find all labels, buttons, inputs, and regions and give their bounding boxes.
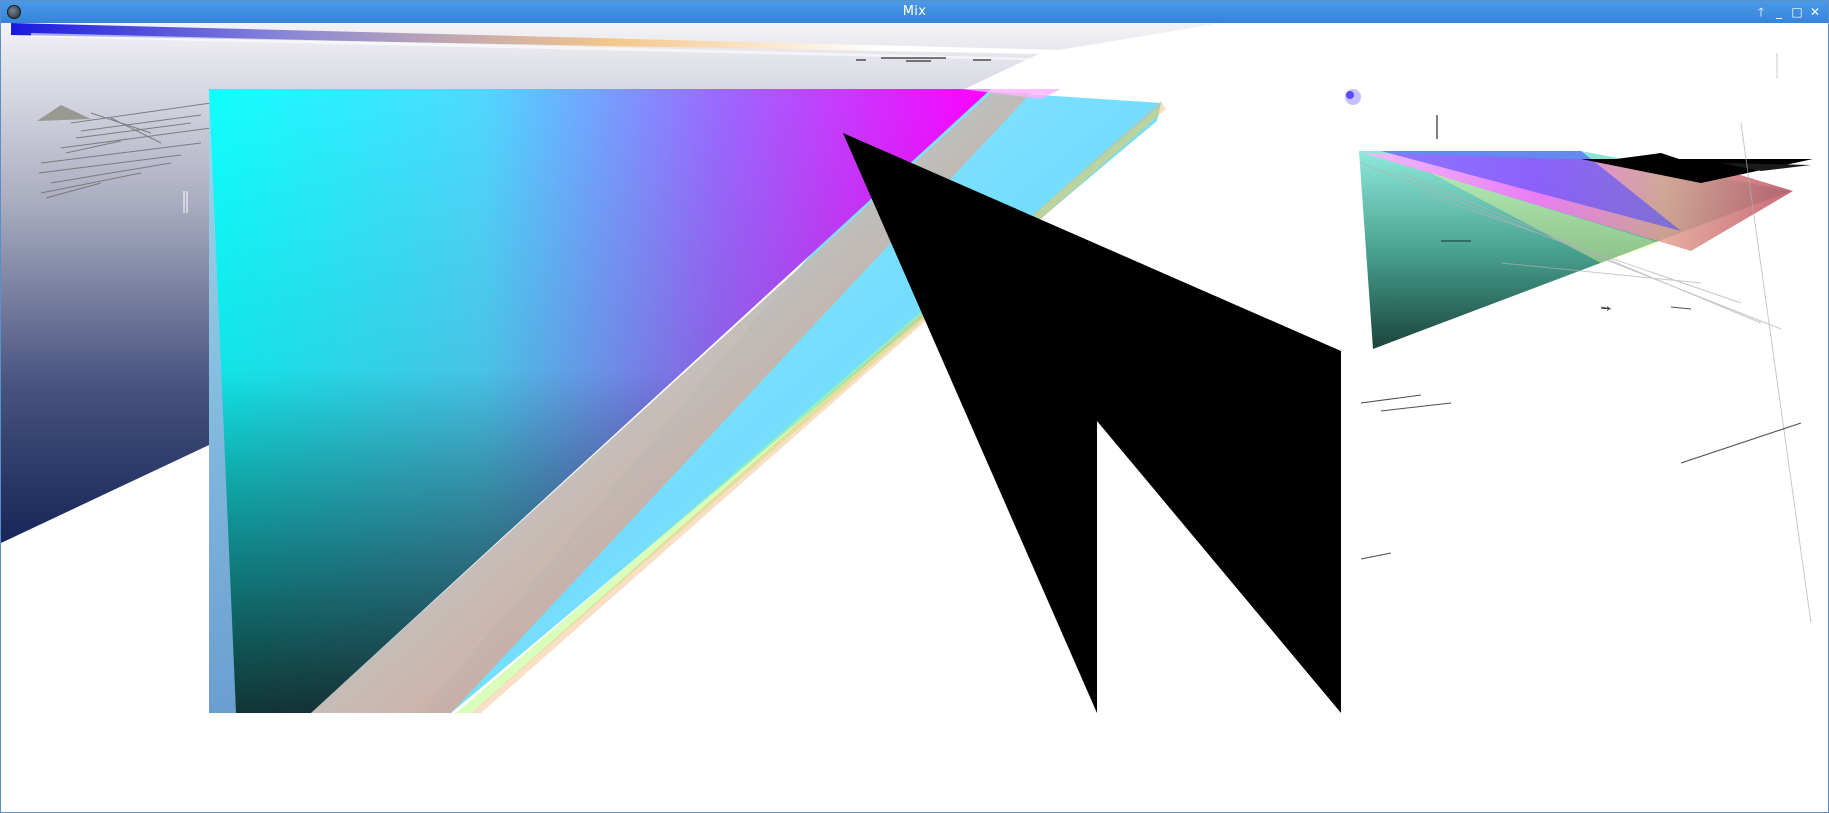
app-window: Mix 🡑 _ □ ✕ → (0, 0, 1829, 813)
black-arrow-shape (843, 133, 1341, 713)
svg-text:→: → (1601, 302, 1610, 315)
close-icon[interactable]: ✕ (1808, 4, 1822, 20)
render-viewport[interactable]: → (1, 23, 1828, 812)
maximize-icon[interactable]: □ (1790, 4, 1804, 20)
minimize-icon[interactable]: _ (1772, 4, 1786, 20)
window-title: Mix (902, 4, 927, 19)
right-scene: → (1359, 122, 1813, 624)
shade-up-icon[interactable]: 🡑 (1754, 4, 1768, 20)
app-icon[interactable] (7, 5, 21, 19)
title-bar[interactable]: Mix 🡑 _ □ ✕ (1, 1, 1828, 23)
scene-graphics: → (1, 23, 1813, 713)
window-controls: 🡑 _ □ ✕ (1754, 1, 1822, 23)
